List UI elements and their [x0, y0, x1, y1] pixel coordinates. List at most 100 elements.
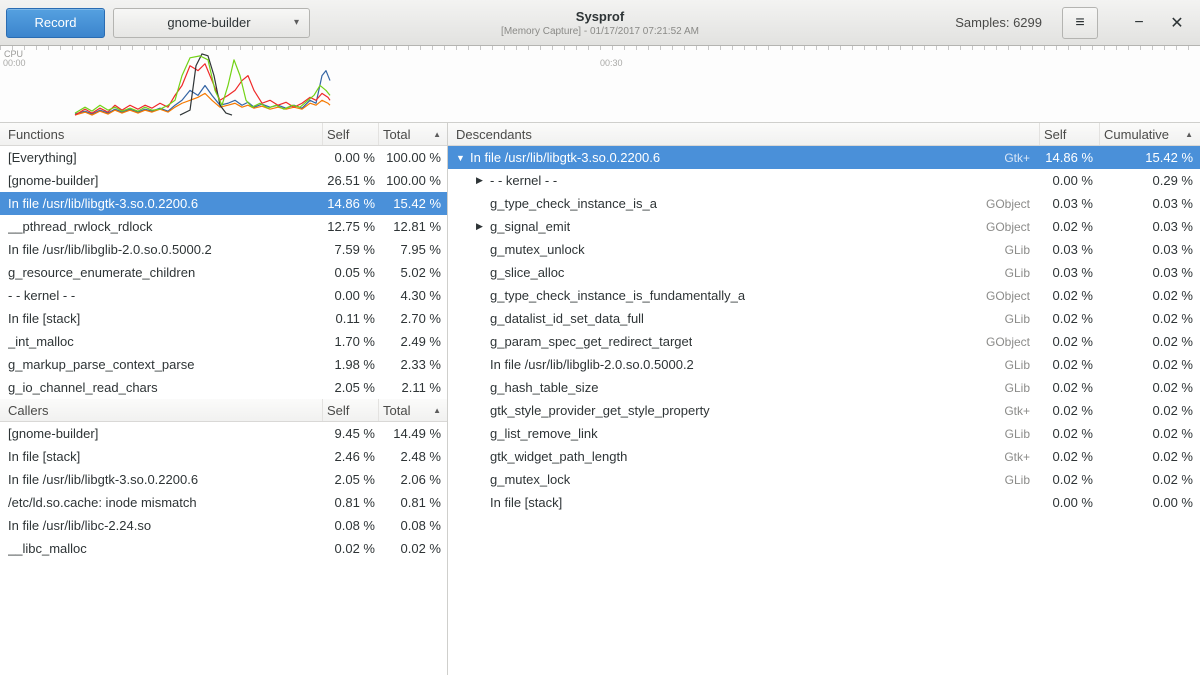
record-button[interactable]: Record — [6, 8, 105, 38]
table-row[interactable]: /etc/ld.so.cache: inode mismatch 0.81 % … — [0, 491, 447, 514]
descendant-name: g_signal_emit — [490, 219, 570, 234]
self-percent: 0.02 % — [1040, 426, 1100, 441]
total-percent: 2.49 % — [379, 334, 447, 349]
table-row[interactable]: In file [stack] 0.00 % 0.00 % — [448, 491, 1200, 514]
table-row[interactable]: In file /usr/lib/libgtk-3.so.0.2200.6 2.… — [0, 468, 447, 491]
cumulative-percent: 0.02 % — [1100, 311, 1200, 326]
function-name: [Everything] — [8, 150, 77, 165]
table-row[interactable]: __pthread_rwlock_rdlock 12.75 % 12.81 % — [0, 215, 447, 238]
self-percent: 26.51 % — [323, 173, 379, 188]
sort-arrow-icon: ▲ — [433, 130, 441, 139]
table-row[interactable]: g_param_spec_get_redirect_target GObject… — [448, 330, 1200, 353]
tree-expander-icon[interactable]: ▶ — [476, 221, 490, 232]
descendant-name: In file [stack] — [490, 495, 562, 510]
table-row[interactable]: g_resource_enumerate_children 0.05 % 5.0… — [0, 261, 447, 284]
table-row[interactable]: g_datalist_id_set_data_full GLib 0.02 % … — [448, 307, 1200, 330]
descendant-name: g_type_check_instance_is_a — [490, 196, 657, 211]
descendant-name: g_type_check_instance_is_fundamentally_a — [490, 288, 745, 303]
self-percent: 0.02 % — [1040, 334, 1100, 349]
total-percent: 14.49 % — [379, 426, 447, 441]
cumulative-percent: 0.02 % — [1100, 357, 1200, 372]
self-percent: 0.00 % — [323, 150, 379, 165]
table-row[interactable]: gtk_style_provider_get_style_property Gt… — [448, 399, 1200, 422]
table-row[interactable]: In file [stack] 0.11 % 2.70 % — [0, 307, 447, 330]
self-percent: 0.02 % — [323, 541, 379, 556]
descendant-name: g_mutex_unlock — [490, 242, 585, 257]
functions-column-header[interactable]: Functions — [0, 123, 323, 145]
left-pane-filler — [0, 560, 447, 675]
descendant-name: g_datalist_id_set_data_full — [490, 311, 644, 326]
table-row[interactable]: [gnome-builder] 26.51 % 100.00 % — [0, 169, 447, 192]
tree-expander-icon[interactable]: ▶ — [476, 175, 490, 186]
table-row[interactable]: [Everything] 0.00 % 100.00 % — [0, 146, 447, 169]
descendant-name: In file /usr/lib/libgtk-3.so.0.2200.6 — [470, 150, 660, 165]
table-row[interactable]: In file /usr/lib/libgtk-3.so.0.2200.6 14… — [0, 192, 447, 215]
table-row[interactable]: g_mutex_unlock GLib 0.03 % 0.03 % — [448, 238, 1200, 261]
descendants-self-column-header[interactable]: Self — [1040, 123, 1100, 145]
table-row[interactable]: ▶ g_signal_emit GObject 0.02 % 0.03 % — [448, 215, 1200, 238]
descendants-column-header[interactable]: Descendants — [448, 123, 1040, 145]
table-row[interactable]: ▼ In file /usr/lib/libgtk-3.so.0.2200.6 … — [448, 146, 1200, 169]
callers-self-column-header[interactable]: Self — [323, 399, 379, 421]
table-row[interactable]: In file /usr/lib/libc-2.24.so 0.08 % 0.0… — [0, 514, 447, 537]
table-row[interactable]: g_type_check_instance_is_fundamentally_a… — [448, 284, 1200, 307]
self-percent: 0.11 % — [323, 311, 379, 326]
table-row[interactable]: g_slice_alloc GLib 0.03 % 0.03 % — [448, 261, 1200, 284]
table-row[interactable]: In file /usr/lib/libglib-2.0.so.0.5000.2… — [0, 238, 447, 261]
table-row[interactable]: g_hash_table_size GLib 0.02 % 0.02 % — [448, 376, 1200, 399]
descendants-cumulative-column-header[interactable]: Cumulative ▲ — [1100, 123, 1200, 145]
close-button[interactable]: ✕ — [1164, 10, 1190, 36]
descendant-name: gtk_style_provider_get_style_property — [490, 403, 710, 418]
cpu-timeline[interactable]: CPU 00:00 00:30 — [0, 46, 1200, 123]
process-selector-dropdown[interactable]: gnome-builder ▾ — [113, 8, 310, 38]
total-percent: 5.02 % — [379, 265, 447, 280]
total-percent: 0.08 % — [379, 518, 447, 533]
tree-expander-icon[interactable]: ▼ — [456, 153, 470, 163]
cumulative-percent: 0.02 % — [1100, 472, 1200, 487]
table-row[interactable]: _int_malloc 1.70 % 2.49 % — [0, 330, 447, 353]
library-tag: GLib — [997, 266, 1040, 280]
function-name: g_resource_enumerate_children — [8, 265, 195, 280]
function-name: _int_malloc — [8, 334, 74, 349]
self-percent: 0.08 % — [323, 518, 379, 533]
cumulative-percent: 0.02 % — [1100, 380, 1200, 395]
table-row[interactable]: g_markup_parse_context_parse 1.98 % 2.33… — [0, 353, 447, 376]
total-percent: 7.95 % — [379, 242, 447, 257]
headerbar-right: Samples: 6299 ≡ − ✕ — [955, 7, 1200, 39]
cpu-graph-svg — [0, 46, 1200, 122]
table-row[interactable]: gtk_widget_path_length Gtk+ 0.02 % 0.02 … — [448, 445, 1200, 468]
table-row[interactable]: In file [stack] 2.46 % 2.48 % — [0, 445, 447, 468]
left-pane: Functions Self Total ▲ [Everything] 0.00… — [0, 123, 448, 675]
menu-button[interactable]: ≡ — [1062, 7, 1098, 39]
table-row[interactable]: In file /usr/lib/libglib-2.0.so.0.5000.2… — [448, 353, 1200, 376]
table-row[interactable]: - - kernel - - 0.00 % 4.30 % — [0, 284, 447, 307]
table-row[interactable]: g_mutex_lock GLib 0.02 % 0.02 % — [448, 468, 1200, 491]
function-name: In file /usr/lib/libgtk-3.so.0.2200.6 — [8, 196, 198, 211]
cumulative-percent: 0.02 % — [1100, 403, 1200, 418]
self-percent: 1.70 % — [323, 334, 379, 349]
self-percent: 9.45 % — [323, 426, 379, 441]
callers-total-column-header[interactable]: Total ▲ — [379, 399, 447, 421]
table-row[interactable]: g_type_check_instance_is_a GObject 0.03 … — [448, 192, 1200, 215]
self-percent: 0.02 % — [1040, 449, 1100, 464]
table-row[interactable]: [gnome-builder] 9.45 % 14.49 % — [0, 422, 447, 445]
library-tag: GObject — [978, 289, 1040, 303]
cumulative-percent: 0.03 % — [1100, 265, 1200, 280]
callers-column-header[interactable]: Callers — [0, 399, 323, 421]
functions-total-column-header[interactable]: Total ▲ — [379, 123, 447, 145]
caller-name: In file /usr/lib/libc-2.24.so — [8, 518, 151, 533]
minimize-button[interactable]: − — [1126, 10, 1152, 36]
descendants-rows: ▼ In file /usr/lib/libgtk-3.so.0.2200.6 … — [448, 146, 1200, 514]
self-percent: 2.05 % — [323, 472, 379, 487]
functions-self-column-header[interactable]: Self — [323, 123, 379, 145]
minimize-icon: − — [1134, 14, 1143, 32]
table-row[interactable]: g_io_channel_read_chars 2.05 % 2.11 % — [0, 376, 447, 399]
cumulative-percent: 0.02 % — [1100, 288, 1200, 303]
table-row[interactable]: ▶ - - kernel - - 0.00 % 0.29 % — [448, 169, 1200, 192]
sort-arrow-icon: ▲ — [1185, 130, 1193, 139]
total-percent: 2.11 % — [379, 380, 447, 395]
table-row[interactable]: __libc_malloc 0.02 % 0.02 % — [0, 537, 447, 560]
caller-name: /etc/ld.so.cache: inode mismatch — [8, 495, 197, 510]
library-tag: GLib — [997, 473, 1040, 487]
table-row[interactable]: g_list_remove_link GLib 0.02 % 0.02 % — [448, 422, 1200, 445]
